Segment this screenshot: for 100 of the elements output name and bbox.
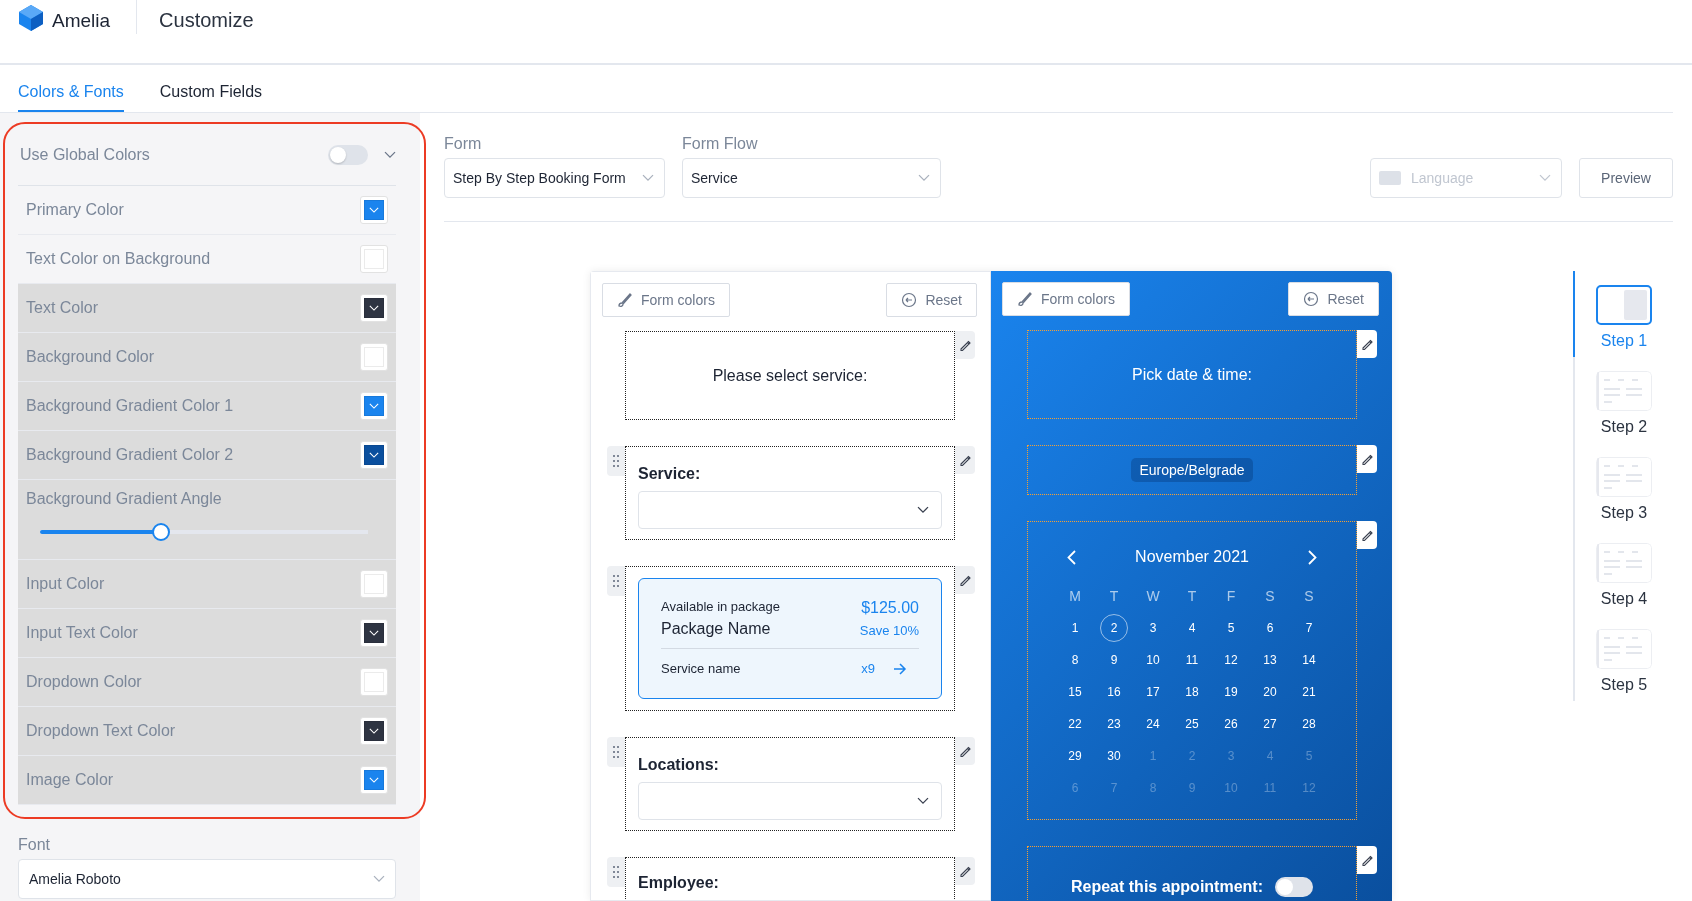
calendar-day[interactable]: 27: [1256, 710, 1284, 738]
step-heading: Pick date & time:: [1131, 365, 1252, 384]
edit-button[interactable]: [955, 331, 975, 359]
dropdown-field[interactable]: [638, 491, 942, 529]
drag-handle[interactable]: [607, 737, 625, 767]
calendar-day[interactable]: 29: [1061, 742, 1089, 770]
step-label[interactable]: Step 5: [1600, 676, 1648, 694]
pencil-icon: [1361, 853, 1373, 867]
chevron-down-icon: [642, 174, 654, 182]
calendar-day[interactable]: 11: [1178, 646, 1206, 674]
month-title: November 2021: [1135, 548, 1249, 566]
calendar-day[interactable]: 16: [1100, 678, 1128, 706]
calendar-day[interactable]: 22: [1061, 710, 1089, 738]
toggle-switch[interactable]: [1275, 877, 1313, 897]
step-label[interactable]: Step 3: [1600, 504, 1648, 522]
flag-icon: [1379, 171, 1401, 185]
dropdown-field[interactable]: [638, 782, 942, 820]
toggle-switch[interactable]: [328, 144, 368, 165]
package-card[interactable]: Available in package Package Name $125.00 Save 10% Service name x9: [638, 578, 942, 699]
calendar-day[interactable]: 25: [1178, 710, 1206, 738]
chevron-down-icon: [384, 150, 396, 159]
setting-label: Primary Color: [26, 201, 124, 219]
calendar-day[interactable]: 28: [1295, 710, 1323, 738]
color-swatch[interactable]: [360, 196, 388, 224]
calendar-day[interactable]: 18: [1178, 678, 1206, 706]
page-title: Customize: [159, 9, 254, 32]
step-label[interactable]: Step 1: [1600, 332, 1648, 350]
calendar-day[interactable]: 17: [1139, 678, 1167, 706]
form-colors-button[interactable]: Form colors: [1002, 282, 1130, 316]
grip-dots-icon: [613, 575, 619, 587]
weekday-label: S: [1303, 587, 1315, 606]
calendar-day[interactable]: 10: [1139, 646, 1167, 674]
service-name: Service name: [661, 661, 741, 676]
pencil-icon: [1361, 337, 1373, 351]
setting-label: Input Text Color: [26, 624, 138, 642]
brand-name: Amelia: [52, 10, 111, 32]
calendar-day[interactable]: 23: [1100, 710, 1128, 738]
reset-icon: [901, 292, 918, 308]
edit-button[interactable]: [1357, 521, 1377, 549]
edit-button[interactable]: [955, 566, 975, 594]
calendar-day[interactable]: 8: [1061, 646, 1089, 674]
drag-handle[interactable]: [607, 446, 625, 476]
calendar-day[interactable]: 21: [1295, 678, 1323, 706]
calendar-day[interactable]: 5: [1217, 614, 1245, 642]
calendar-day[interactable]: 12: [1217, 646, 1245, 674]
grip-dots-icon: [613, 866, 619, 878]
calendar-day[interactable]: 3: [1139, 614, 1167, 642]
setting-label: Image Color: [26, 771, 114, 789]
setting-label: Background Color: [26, 348, 155, 366]
calendar-day[interactable]: 30: [1100, 742, 1128, 770]
step-label[interactable]: Step 4: [1600, 590, 1648, 608]
step-heading: Please select service:: [712, 366, 868, 385]
service-count: x9: [861, 661, 875, 676]
edit-button[interactable]: [1357, 445, 1377, 473]
calendar-day[interactable]: 7: [1295, 614, 1323, 642]
calendar-day[interactable]: 20: [1256, 678, 1284, 706]
calendar-day[interactable]: 14: [1295, 646, 1323, 674]
form-flow-select[interactable]: Service: [682, 158, 941, 198]
pencil-icon: [1361, 452, 1373, 466]
calendar-day[interactable]: 26: [1217, 710, 1245, 738]
reset-button[interactable]: Reset: [886, 283, 977, 317]
form-colors-button[interactable]: Form colors: [602, 283, 730, 317]
preview-button[interactable]: Preview: [1579, 158, 1673, 198]
chevron-down-icon: [917, 797, 929, 805]
chevron-down-icon: [918, 174, 930, 182]
color-swatch[interactable]: [360, 245, 388, 273]
calendar-day[interactable]: 1: [1061, 614, 1089, 642]
grip-dots-icon: [613, 455, 619, 467]
edit-button[interactable]: [1357, 330, 1377, 358]
calendar-day[interactable]: 13: [1256, 646, 1284, 674]
edit-button[interactable]: [955, 737, 975, 765]
step-thumbnail[interactable]: [1596, 285, 1652, 325]
drag-handle[interactable]: [607, 857, 625, 887]
calendar-day[interactable]: 15: [1061, 678, 1089, 706]
arrow-right-icon: [893, 662, 907, 675]
font-select[interactable]: Amelia Roboto: [18, 859, 396, 899]
calendar-day[interactable]: 6: [1256, 614, 1284, 642]
calendar-day[interactable]: 9: [1100, 646, 1128, 674]
drag-handle[interactable]: [607, 566, 625, 596]
edit-button[interactable]: [1357, 846, 1377, 874]
tab[interactable]: Custom Fields: [159, 75, 263, 112]
pencil-icon: [959, 338, 971, 352]
setting-label: Background Gradient Angle: [26, 490, 223, 508]
reset-icon: [1303, 291, 1320, 307]
field-label: Employee:: [638, 874, 720, 892]
calendar-day[interactable]: 24: [1139, 710, 1167, 738]
package-caption: Available in package: [661, 599, 780, 614]
timezone-chip: Europe/Belgrade: [1131, 458, 1253, 482]
step-label[interactable]: Step 2: [1600, 418, 1648, 436]
edit-button[interactable]: [955, 446, 975, 474]
pencil-icon: [959, 744, 971, 758]
form-select[interactable]: Step By Step Booking Form: [444, 158, 665, 198]
calendar-day[interactable]: 4: [1178, 614, 1206, 642]
calendar-day[interactable]: 19: [1217, 678, 1245, 706]
weekday-label: T: [1186, 587, 1198, 606]
setting-label: Dropdown Text Color: [26, 722, 176, 740]
edit-button[interactable]: [955, 857, 975, 885]
chevron-down-icon: [1539, 174, 1551, 182]
setting-label: Input Color: [26, 575, 105, 593]
reset-button[interactable]: Reset: [1288, 282, 1379, 316]
